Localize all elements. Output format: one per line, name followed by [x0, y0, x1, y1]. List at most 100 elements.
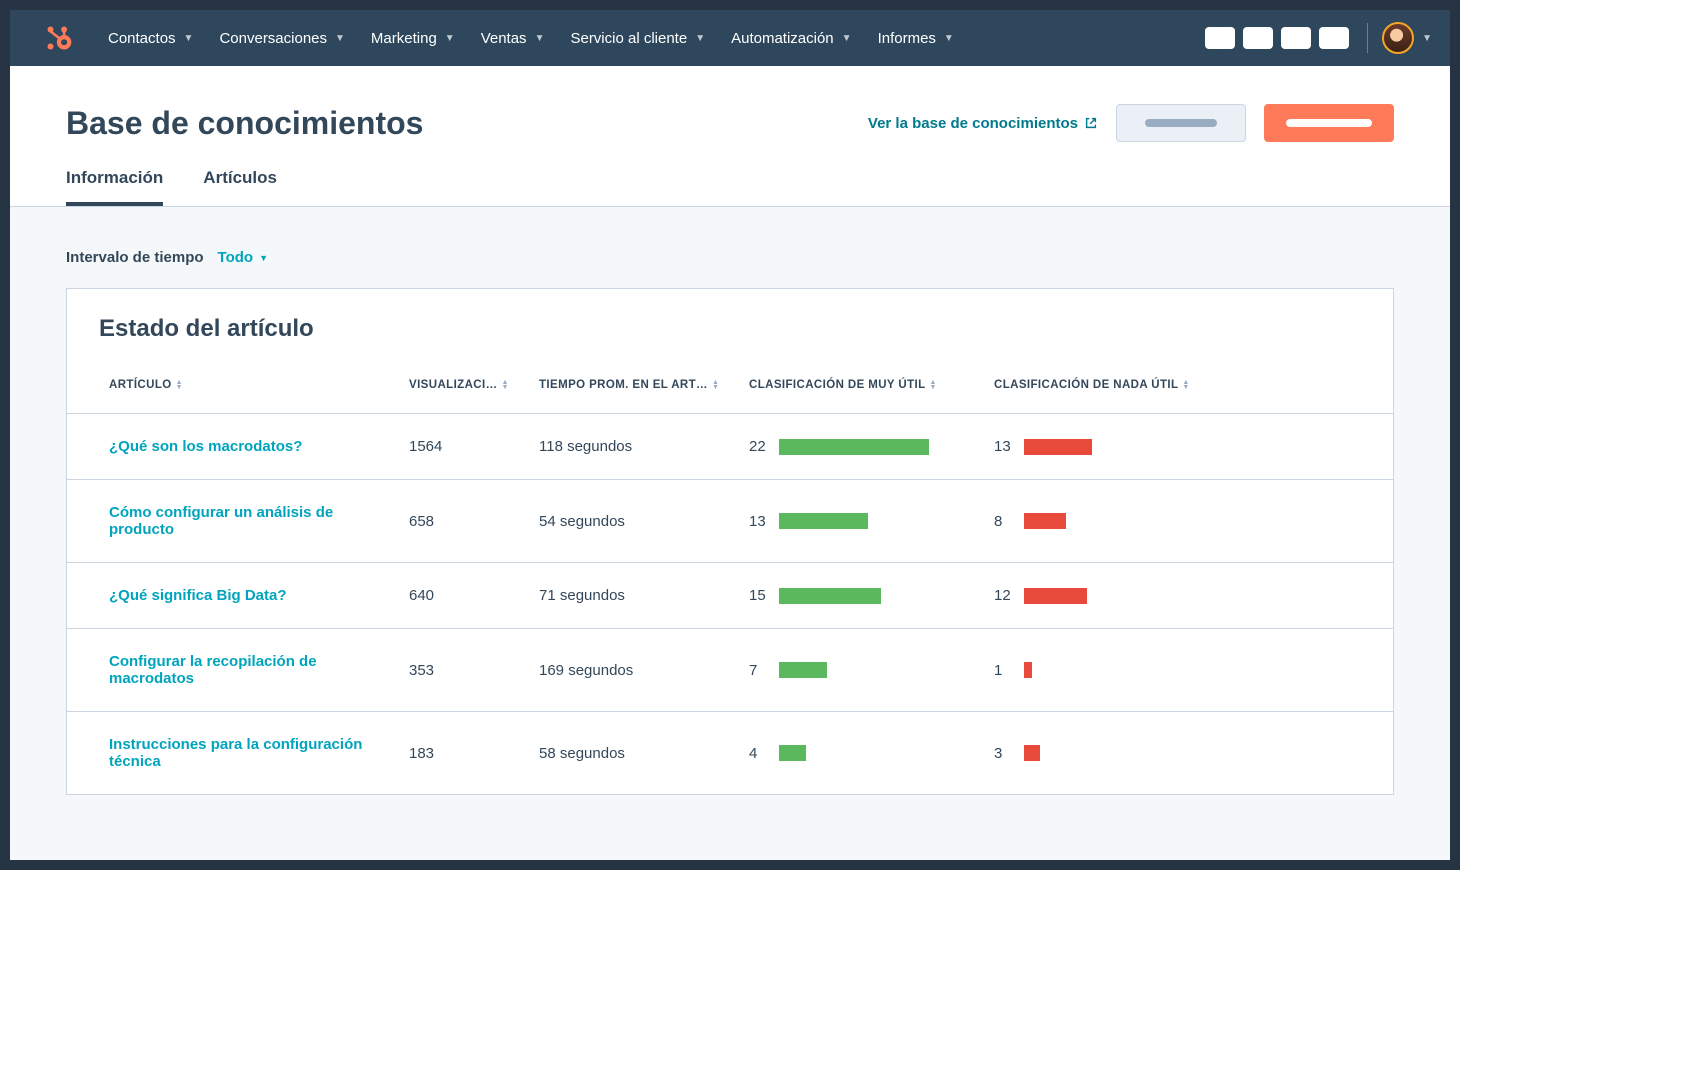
views-cell: 183 [397, 712, 527, 795]
page-title: Base de conocimientos [66, 105, 423, 142]
views-cell: 658 [397, 480, 527, 563]
column-header-label: CLASIFICACIÓN DE MUY ÚTIL [749, 379, 926, 391]
tabs: Información Artículos [10, 142, 1450, 207]
view-kb-link[interactable]: Ver la base de conocimientos [868, 115, 1098, 132]
time-filter-value: Todo [218, 249, 254, 266]
views-cell: 1564 [397, 414, 527, 480]
time-cell: 58 segundos [527, 712, 737, 795]
column-header[interactable]: VISUALIZACI…▲▼ [397, 357, 527, 414]
avatar [1382, 22, 1414, 54]
article-link[interactable]: ¿Qué son los macrodatos? [109, 438, 302, 455]
topnav-action-2[interactable] [1243, 27, 1273, 49]
hubspot-logo[interactable] [42, 21, 76, 55]
useful-rating: 7 [749, 662, 970, 679]
topnav: Contactos▼Conversaciones▼ Marketing ▼ Venta… [10, 10, 1450, 66]
nav-item-informes[interactable]: Informes▼ [868, 24, 964, 53]
page-body: Intervalo de tiempo Todo ▼ Estado del ar… [10, 207, 1450, 860]
table-row: Configurar la recopilación de macrodatos… [67, 629, 1393, 712]
nav-item-automatización[interactable]: Automatización▼ [721, 24, 861, 53]
nav-item-conversaciones[interactable]: Conversaciones▼ [209, 24, 354, 53]
tab-información[interactable]: Información [66, 168, 163, 206]
chevron-down-icon: ▼ [445, 33, 455, 44]
useful-value: 13 [749, 513, 769, 530]
not-useful-bar [1024, 439, 1092, 455]
table-row: Instrucciones para la configuración técn… [67, 712, 1393, 795]
chevron-down-icon: ▼ [259, 253, 268, 263]
chevron-down-icon: ▼ [335, 33, 345, 44]
topnav-action-3[interactable] [1281, 27, 1311, 49]
not-useful-bar [1024, 513, 1066, 529]
topnav-action-4[interactable] [1319, 27, 1349, 49]
useful-bar [779, 439, 929, 455]
column-header[interactable]: TIEMPO PROM. EN EL ART… ▲▼ [527, 357, 737, 414]
not-useful-rating: 1 [994, 662, 1381, 679]
useful-value: 4 [749, 745, 769, 762]
sort-icon: ▲▼ [712, 380, 719, 390]
column-header-label: CLASIFICACIÓN DE NADA ÚTIL [994, 379, 1178, 391]
nav-item-ventas[interactable]: Ventas▼ [471, 24, 555, 53]
useful-rating: 22 [749, 438, 970, 455]
nav-item-contactos[interactable]: Contactos▼ [98, 24, 203, 53]
time-cell: 118 segundos [527, 414, 737, 480]
not-useful-rating: 3 [994, 745, 1381, 762]
table-row: ¿Qué significa Big Data?64071 segundos15… [67, 563, 1393, 629]
useful-bar [779, 662, 827, 678]
view-kb-link-label: Ver la base de conocimientos [868, 115, 1078, 132]
useful-rating: 4 [749, 745, 970, 762]
useful-bar [779, 745, 806, 761]
useful-rating: 13 [749, 513, 970, 530]
not-useful-value: 8 [994, 513, 1014, 530]
article-status-card: Estado del artículo ARTÍCULO ▲▼ VISUALIZAC… [66, 288, 1394, 795]
nav-item-marketing[interactable]: Marketing ▼ [361, 24, 465, 53]
column-header[interactable]: CLASIFICACIÓN DE NADA ÚTIL ▲▼ [982, 357, 1393, 414]
card-title: Estado del artículo [67, 289, 1393, 357]
column-header-label: ARTÍCULO [109, 379, 172, 391]
column-header[interactable]: ARTÍCULO ▲▼ [67, 357, 397, 414]
sort-icon: ▲▼ [176, 380, 183, 390]
nav-item-label: Automatización [731, 30, 834, 47]
not-useful-bar [1024, 588, 1087, 604]
not-useful-value: 12 [994, 587, 1014, 604]
article-link[interactable]: Instrucciones para la configuración técn… [109, 736, 362, 770]
not-useful-bar [1024, 662, 1032, 678]
table-row: Cómo configurar un análisis de producto 6… [67, 480, 1393, 563]
nav-item-label: Servicio al cliente [570, 30, 687, 47]
not-useful-value: 3 [994, 745, 1014, 762]
article-link[interactable]: ¿Qué significa Big Data? [109, 587, 287, 604]
time-filter-label: Intervalo de tiempo [66, 249, 204, 266]
not-useful-value: 13 [994, 438, 1014, 455]
nav-item-servicio-al-cliente[interactable]: Servicio al cliente▼ [560, 24, 715, 53]
secondary-action-button[interactable] [1116, 104, 1246, 142]
time-cell: 54 segundos [527, 480, 737, 563]
time-filter: Intervalo de tiempo Todo ▼ [66, 249, 1394, 266]
useful-bar [779, 513, 868, 529]
not-useful-rating: 12 [994, 587, 1381, 604]
time-filter-select[interactable]: Todo ▼ [218, 249, 268, 266]
skeleton-label [1145, 119, 1217, 127]
nav-item-label: Informes [878, 30, 936, 47]
nav-item-label: Marketing [371, 30, 437, 47]
column-header-label: VISUALIZACI… [409, 379, 498, 391]
tab-artículos[interactable]: Artículos [203, 168, 277, 206]
article-link[interactable]: Cómo configurar un análisis de producto [109, 504, 333, 538]
chevron-down-icon: ▼ [184, 33, 194, 44]
article-link[interactable]: Configurar la recopilación de macrodatos [109, 653, 317, 687]
sort-icon: ▲▼ [1182, 380, 1189, 390]
time-cell: 169 segundos [527, 629, 737, 712]
topnav-action-1[interactable] [1205, 27, 1235, 49]
primary-action-button[interactable] [1264, 104, 1394, 142]
chevron-down-icon: ▼ [1422, 33, 1432, 44]
page-header: Base de conocimientos Ver la base de con… [10, 66, 1450, 142]
divider [1367, 23, 1368, 53]
sort-icon: ▲▼ [930, 380, 937, 390]
skeleton-label [1286, 119, 1372, 127]
time-cell: 71 segundos [527, 563, 737, 629]
nav-item-label: Ventas [481, 30, 527, 47]
not-useful-rating: 13 [994, 438, 1381, 455]
account-menu[interactable]: ▼ [1382, 22, 1432, 54]
column-header[interactable]: CLASIFICACIÓN DE MUY ÚTIL ▲▼ [737, 357, 982, 414]
useful-value: 7 [749, 662, 769, 679]
column-header-label: TIEMPO PROM. EN EL ART… [539, 379, 708, 391]
table-row: ¿Qué son los macrodatos? 1564118 segundos… [67, 414, 1393, 480]
useful-value: 22 [749, 438, 769, 455]
